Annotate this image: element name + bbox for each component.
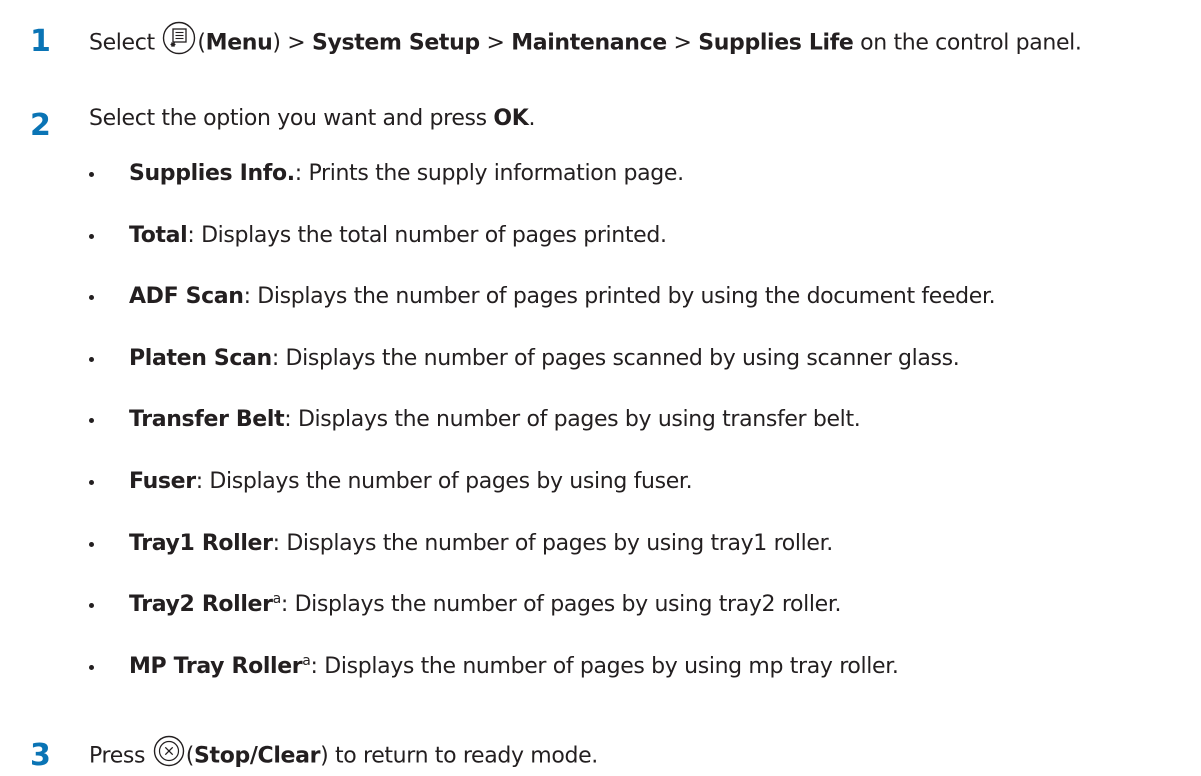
option-desc: : Displays the number of pages printed b… xyxy=(243,284,996,309)
list-item: Fuser: Displays the number of pages by u… xyxy=(0,471,1201,501)
option-desc: : Displays the number of pages by using … xyxy=(280,592,842,617)
separator: > xyxy=(479,30,512,56)
list-item: MP Tray Rollera: Displays the number of … xyxy=(0,653,1201,686)
step-number: 1 xyxy=(30,24,51,59)
option-desc: : Displays the number of pages by using … xyxy=(310,654,899,679)
bullet-icon xyxy=(89,480,94,485)
paren: ( xyxy=(197,30,206,56)
paren: ( xyxy=(185,743,195,769)
bullet-icon xyxy=(89,357,94,362)
step-3-prefix: Press xyxy=(89,743,152,769)
option-name: Supplies Info. xyxy=(129,161,295,186)
menu-label: Menu xyxy=(205,30,273,56)
paren: ) xyxy=(272,30,281,56)
option-text: ADF Scan: Displays the number of pages p… xyxy=(129,284,996,309)
step-1-suffix: on the control panel. xyxy=(853,30,1082,56)
option-name: Tray2 Roller xyxy=(129,592,273,617)
step-number: 2 xyxy=(30,108,51,143)
bullet-icon xyxy=(89,172,94,177)
list-item: Transfer Belt: Displays the number of pa… xyxy=(0,409,1201,439)
separator: > xyxy=(666,30,699,56)
option-text: Supplies Info.: Prints the supply inform… xyxy=(129,163,684,185)
step-number: 3 xyxy=(30,738,51,773)
separator: > xyxy=(280,30,313,56)
option-text: Fuser: Displays the number of pages by u… xyxy=(129,469,693,494)
option-desc: : Displays the number of pages by using … xyxy=(195,469,693,494)
option-desc: : Displays the total number of pages pri… xyxy=(187,223,667,248)
footnote-marker: a xyxy=(272,591,282,607)
option-text: Platen Scan: Displays the number of page… xyxy=(129,346,960,371)
option-desc: : Displays the number of pages by using … xyxy=(272,531,834,556)
option-text: Tray1 Roller: Displays the number of pag… xyxy=(129,533,833,555)
bullet-icon xyxy=(89,418,94,423)
option-desc: : Displays the number of pages scanned b… xyxy=(271,346,960,371)
list-item: ADF Scan: Displays the number of pages p… xyxy=(0,286,1201,316)
bullet-icon xyxy=(89,542,94,547)
menu-path-system-setup: System Setup xyxy=(312,30,480,56)
menu-icon xyxy=(162,21,196,60)
list-item: Platen Scan: Displays the number of page… xyxy=(0,348,1201,378)
step-3-text: Press (Stop/Clear) to return to ready mo… xyxy=(89,735,598,775)
option-text: Tray2 Rollera: Displays the number of pa… xyxy=(129,591,842,617)
list-item: Tray2 Rollera: Displays the number of pa… xyxy=(0,591,1201,624)
ok-label: OK xyxy=(493,106,529,131)
option-name: Tray1 Roller xyxy=(129,531,273,556)
menu-path-maintenance: Maintenance xyxy=(511,30,667,56)
list-item: Supplies Info.: Prints the supply inform… xyxy=(0,163,1201,193)
option-desc: : Prints the supply information page. xyxy=(294,161,684,186)
step-2-text: Select the option you want and press OK. xyxy=(89,108,535,130)
stop-clear-icon xyxy=(153,735,185,772)
option-name: Fuser xyxy=(129,469,196,494)
option-text: Total: Displays the total number of page… xyxy=(129,225,667,247)
bullet-icon xyxy=(89,234,94,239)
menu-path-supplies-life: Supplies Life xyxy=(698,30,854,56)
list-item: Tray1 Roller: Displays the number of pag… xyxy=(0,533,1201,563)
option-name: Platen Scan xyxy=(129,346,272,371)
bullet-icon xyxy=(89,665,94,670)
option-name: Total xyxy=(129,223,188,248)
step-3-suffix: ) to return to ready mode. xyxy=(320,743,598,769)
list-item: Total: Displays the total number of page… xyxy=(0,225,1201,255)
option-name: Transfer Belt xyxy=(129,407,285,432)
option-desc: : Displays the number of pages by using … xyxy=(284,407,861,432)
step-2-prefix: Select the option you want and press xyxy=(89,106,494,131)
option-name: ADF Scan xyxy=(129,284,244,309)
step-1-text: Select (Menu) > System Setup > Maintenan… xyxy=(89,21,1082,63)
footnote-marker: a xyxy=(302,653,311,669)
step-2-suffix: . xyxy=(528,106,536,131)
step-1-prefix: Select xyxy=(89,30,162,56)
stop-clear-label: Stop/Clear xyxy=(194,743,321,769)
bullet-icon xyxy=(89,295,94,300)
option-text: MP Tray Rollera: Displays the number of … xyxy=(129,653,899,679)
option-name: MP Tray Roller xyxy=(129,654,303,679)
option-text: Transfer Belt: Displays the number of pa… xyxy=(129,407,861,432)
bullet-icon xyxy=(89,603,94,608)
